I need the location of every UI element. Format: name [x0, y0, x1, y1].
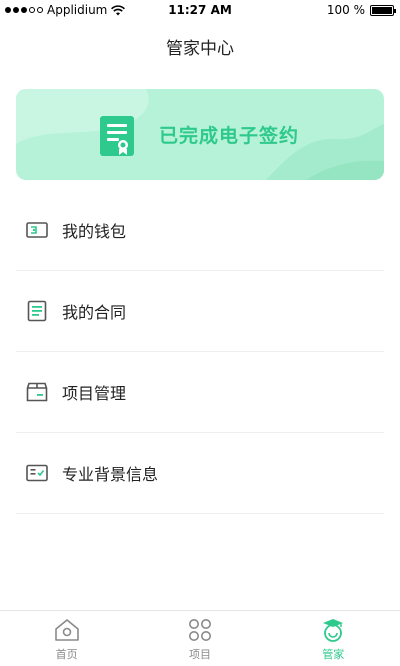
home-icon — [54, 617, 80, 643]
menu-item-project[interactable]: 项目管理 — [16, 352, 384, 433]
menu-item-label: 项目管理 — [62, 384, 127, 403]
menu-item-profile[interactable]: 专业背景信息 — [16, 433, 384, 514]
tab-label: 首页 — [55, 648, 78, 661]
battery-icon — [370, 4, 396, 16]
contract-icon — [26, 300, 48, 322]
butler-cap-icon — [320, 617, 346, 643]
wallet-icon — [26, 219, 48, 241]
e-sign-banner[interactable]: 已完成电子签约 — [16, 89, 384, 180]
tab-butler[interactable]: 管家 — [267, 611, 400, 666]
bottom-tab-bar: 首页 项目 管家 — [0, 610, 400, 666]
tab-projects[interactable]: 项目 — [133, 611, 266, 666]
menu-item-label: 专业背景信息 — [62, 465, 159, 484]
tab-label: 项目 — [188, 648, 211, 661]
status-bar: Applidium 11:27 AM 100 % — [0, 0, 400, 20]
menu-item-wallet[interactable]: 我的钱包 — [16, 190, 384, 271]
certificate-icon — [100, 116, 134, 156]
menu-list: 我的钱包 我的合同 项目管理 专业背景信息 — [16, 190, 384, 514]
profile-card-icon — [26, 462, 48, 484]
battery-percent: 100 % — [326, 3, 365, 17]
menu-item-contract[interactable]: 我的合同 — [16, 271, 384, 352]
project-box-icon — [26, 381, 48, 403]
grid-circles-icon — [187, 617, 213, 643]
status-right: 100 % — [326, 3, 396, 17]
tab-home[interactable]: 首页 — [0, 611, 133, 666]
menu-item-label: 我的钱包 — [62, 222, 127, 241]
menu-item-label: 我的合同 — [62, 303, 127, 322]
tab-label: 管家 — [322, 648, 345, 661]
page-title: 管家中心 — [166, 39, 234, 59]
banner-text: 已完成电子签约 — [159, 125, 300, 147]
